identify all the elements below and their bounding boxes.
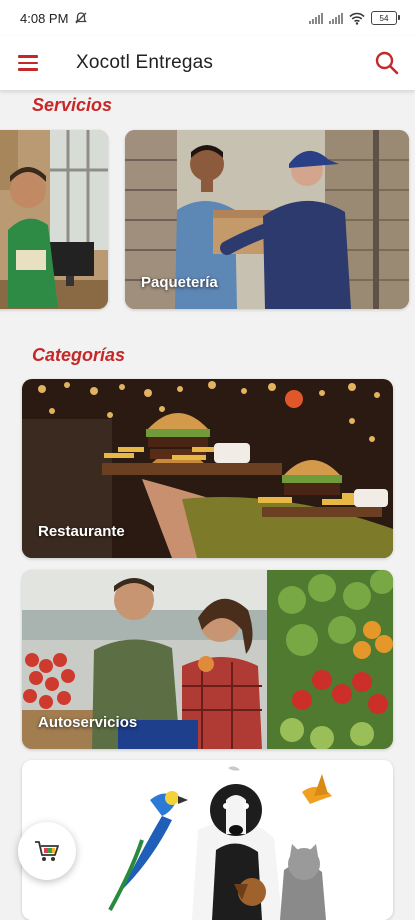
app-title: Xocotl Entregas [76,52,214,73]
category-card-mascotas[interactable] [22,760,393,920]
app-bar: Xocotl Entregas [0,36,415,90]
search-icon [375,51,399,75]
categories-section-title: Categorías [32,345,126,365]
signal-icon-2 [329,12,343,24]
status-left: 4:08 PM [20,11,88,26]
battery-icon: 54 [371,11,400,25]
store-clerk-image [0,130,108,309]
status-time: 4:08 PM [20,10,69,26]
cart-button[interactable] [18,822,76,880]
wifi-icon [349,12,365,25]
category-card-autoservicios[interactable]: Autoservicios [22,570,393,749]
service-label-paqueteria: Paquetería [141,274,218,291]
battery-level: 54 [379,13,389,23]
service-card-store[interactable] [0,130,108,309]
category-label-autoservicios: Autoservicios [38,714,138,731]
pets-image [22,760,393,920]
silent-icon [75,12,88,24]
search-button[interactable] [371,47,403,79]
category-label-restaurante: Restaurante [38,523,125,540]
hamburger-menu-icon[interactable] [18,51,42,75]
services-section-title: Servicios [32,95,113,115]
status-right: 54 [309,11,400,25]
signal-icon [309,12,323,24]
shopping-cart-icon [35,841,59,861]
category-card-restaurante[interactable]: Restaurante [22,379,393,558]
status-bar: 4:08 PM 54 [0,0,415,36]
service-card-paqueteria[interactable]: Paquetería [125,130,409,309]
